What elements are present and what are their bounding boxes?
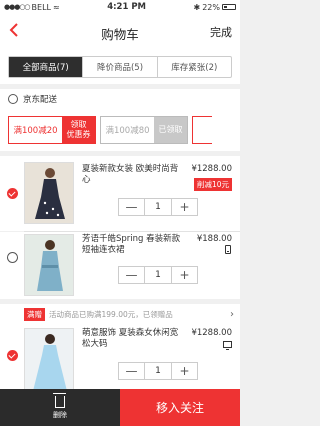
claimed-coupon-label: 已领取 [154, 117, 187, 143]
tab-price-drop[interactable]: 降价商品(5) [83, 57, 158, 77]
item-checkbox[interactable] [7, 252, 18, 263]
product-image[interactable] [24, 234, 74, 296]
coupon-card[interactable]: 满100减20 领取 优惠券 [8, 116, 96, 144]
nav-bar: 购物车 完成 [0, 14, 240, 52]
coupon-value: 满100减80 [105, 126, 150, 136]
product-price: ¥188.00 [196, 234, 232, 244]
trash-icon [53, 392, 66, 408]
carrier-label: BELL [31, 2, 52, 12]
section-title: 京东配送 [23, 95, 58, 105]
battery-icon [222, 4, 236, 10]
chevron-left-icon[interactable] [4, 22, 24, 42]
quantity-stepper: — 1 + [118, 362, 198, 380]
quantity-value[interactable]: 1 [144, 363, 172, 379]
item-checkbox[interactable] [7, 350, 18, 361]
discount-badge: 削减10元 [193, 178, 232, 191]
section-header: 京东配送 [0, 89, 240, 109]
tab-low-stock[interactable]: 库存紧张(2) [158, 57, 231, 77]
monitor-icon [223, 341, 232, 350]
page-title: 购物车 [101, 26, 139, 42]
increase-button[interactable]: + [172, 267, 197, 283]
delete-button[interactable]: 删除 [0, 389, 120, 426]
quantity-value[interactable]: 1 [144, 267, 172, 283]
product-image[interactable] [24, 162, 74, 224]
done-button[interactable]: 完成 [210, 24, 232, 40]
product-name[interactable]: 萌意服饰 夏装森女休闲宽松大码 [82, 328, 182, 350]
decrease-button[interactable]: — [119, 363, 144, 379]
move-to-favorites-button[interactable]: 移入关注 [120, 389, 240, 426]
claim-label-line2: 优惠券 [66, 130, 91, 139]
quantity-stepper: — 1 + [118, 266, 198, 284]
claimed-label: 已领取 [158, 125, 183, 134]
cart-item: 芳语千皓Spring 春装新款短袖连衣裙 ¥188.00 — 1 + [0, 232, 240, 299]
bluetooth-icon: ✱ [193, 2, 201, 12]
claim-label-line1: 领取 [70, 120, 87, 129]
bottom-action-bar: 删除 移入关注 [0, 389, 240, 426]
delete-label: 删除 [53, 410, 67, 419]
section-select-radio[interactable] [8, 94, 18, 104]
coupon-card[interactable]: 满100减80 已领取 [100, 116, 188, 144]
quantity-value[interactable]: 1 [144, 199, 172, 215]
battery-percent: 22% [202, 2, 220, 12]
product-name[interactable]: 夏装新款女装 欧美时尚背心 [82, 164, 182, 186]
phone-icon [225, 245, 231, 254]
filter-tabs: 全部商品(7) 降价商品(5) 库存紧张(2) [0, 52, 240, 84]
chevron-right-icon: › [230, 308, 234, 320]
product-name[interactable]: 芳语千皓Spring 春装新款短袖连衣裙 [82, 234, 182, 256]
increase-button[interactable]: + [172, 199, 197, 215]
product-price: ¥1288.00 [191, 328, 232, 338]
decrease-button[interactable]: — [119, 199, 144, 215]
tab-all-items[interactable]: 全部商品(7) [9, 57, 84, 77]
increase-button[interactable]: + [172, 363, 197, 379]
promo-text: 活动商品已购满199.00元，已领赠品 [49, 309, 173, 319]
cart-item: 萌意服饰 夏装森女休闲宽松大码 ¥1288.00 — 1 + [0, 324, 240, 390]
status-time: 4:21 PM [107, 2, 147, 12]
status-bar: ●●●○○ BELL ≈ 4:21 PM ✱ 22% [0, 0, 240, 14]
promo-tag: 满赠 [24, 307, 45, 321]
coupon-card-partial[interactable] [192, 116, 212, 144]
decrease-button[interactable]: — [119, 267, 144, 283]
promo-row[interactable]: 满赠 活动商品已购满199.00元，已领赠品 › [0, 304, 240, 324]
item-checkbox[interactable] [7, 188, 18, 199]
coupon-value: 满100减20 [13, 126, 58, 136]
claim-coupon-button[interactable]: 领取 优惠券 [62, 117, 95, 143]
quantity-stepper: — 1 + [118, 198, 198, 216]
cart-item: 夏装新款女装 欧美时尚背心 ¥1288.00 削减10元 — 1 + [0, 156, 240, 231]
wifi-icon: ≈ [53, 2, 60, 12]
product-price: ¥1288.00 [191, 164, 232, 174]
product-image[interactable] [24, 328, 74, 390]
coupon-strip: 满100减20 领取 优惠券 满100减80 已领取 [0, 109, 240, 151]
signal-icon: ●●●○○ [4, 3, 31, 11]
